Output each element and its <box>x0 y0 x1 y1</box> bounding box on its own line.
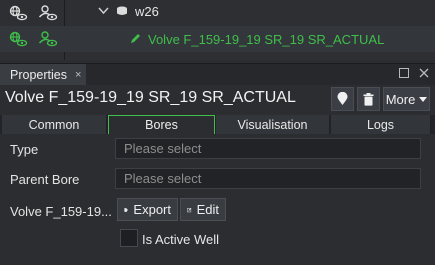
map-pin-icon <box>337 92 348 105</box>
chevron-down-icon[interactable] <box>98 6 109 18</box>
type-label: Type <box>10 142 39 157</box>
pin-button[interactable] <box>331 87 354 111</box>
globe-eye-icon[interactable] <box>8 31 28 47</box>
close-icon[interactable] <box>419 67 429 81</box>
caret-down-icon <box>419 96 428 102</box>
properties-header: Volve F_159-19_19 SR_19 SR_ACTUAL More <box>0 85 435 113</box>
page-title: Volve F_159-19_19 SR_19 SR_ACTUAL <box>5 89 296 106</box>
edit-button[interactable]: Edit <box>180 198 226 221</box>
edit-label: Edit <box>196 202 219 217</box>
export-icon <box>124 207 129 212</box>
panel-tabbar: Properties × <box>0 63 435 86</box>
tree-node-label: w26 <box>135 4 159 19</box>
maximize-icon[interactable] <box>399 67 409 81</box>
more-label: More <box>385 91 416 107</box>
pencil-icon <box>130 32 141 47</box>
type-select[interactable]: Please select <box>115 138 421 159</box>
globe-eye-icon[interactable] <box>8 5 28 21</box>
delete-button[interactable] <box>357 87 380 111</box>
tree-node-label: Volve F_159-19_19 SR_19 SR_ACTUAL <box>148 32 385 47</box>
tree-row-icons <box>8 31 58 47</box>
tab-visualisation[interactable]: Visualisation <box>216 115 330 134</box>
edit-icon <box>187 207 192 212</box>
bore-name-label: Volve F_159-19... <box>10 204 112 219</box>
export-label: Export <box>133 202 171 217</box>
parent-bore-select[interactable]: Please select <box>115 168 421 189</box>
trash-icon <box>363 92 374 106</box>
tab-bores[interactable]: Bores <box>108 115 215 134</box>
tab-logs[interactable]: Logs <box>331 115 431 134</box>
tab-properties[interactable]: Properties × <box>0 64 86 86</box>
tree-row-selected[interactable]: Volve F_159-19_19 SR_19 SR_ACTUAL <box>0 26 435 52</box>
active-well-checkbox[interactable] <box>120 229 138 247</box>
subtab-bar: Common Bores Visualisation Logs <box>0 115 435 134</box>
tab-label: Properties <box>10 68 67 82</box>
more-button[interactable]: More <box>383 87 430 111</box>
panel-window-controls <box>399 67 429 81</box>
tab-common[interactable]: Common <box>2 115 107 134</box>
bores-form: Type Please select Parent Bore Please se… <box>0 134 435 265</box>
parent-bore-label: Parent Bore <box>10 172 80 187</box>
active-well-label: Is Active Well <box>142 232 220 247</box>
user-eye-icon[interactable] <box>38 31 58 47</box>
database-icon <box>116 4 128 19</box>
tree-node-well[interactable]: Volve F_159-19_19 SR_19 SR_ACTUAL <box>130 32 384 47</box>
export-button[interactable]: Export <box>117 198 178 221</box>
tree-row[interactable]: w26 <box>0 0 435 26</box>
tree-panel: w26 Volve F_159-19_19 SR_19 SR_ACTUAL <box>0 0 435 60</box>
tree-node-w26[interactable]: w26 <box>98 4 159 19</box>
tree-row-icons <box>8 5 58 21</box>
user-eye-icon[interactable] <box>38 5 58 21</box>
close-icon[interactable]: × <box>75 69 81 81</box>
